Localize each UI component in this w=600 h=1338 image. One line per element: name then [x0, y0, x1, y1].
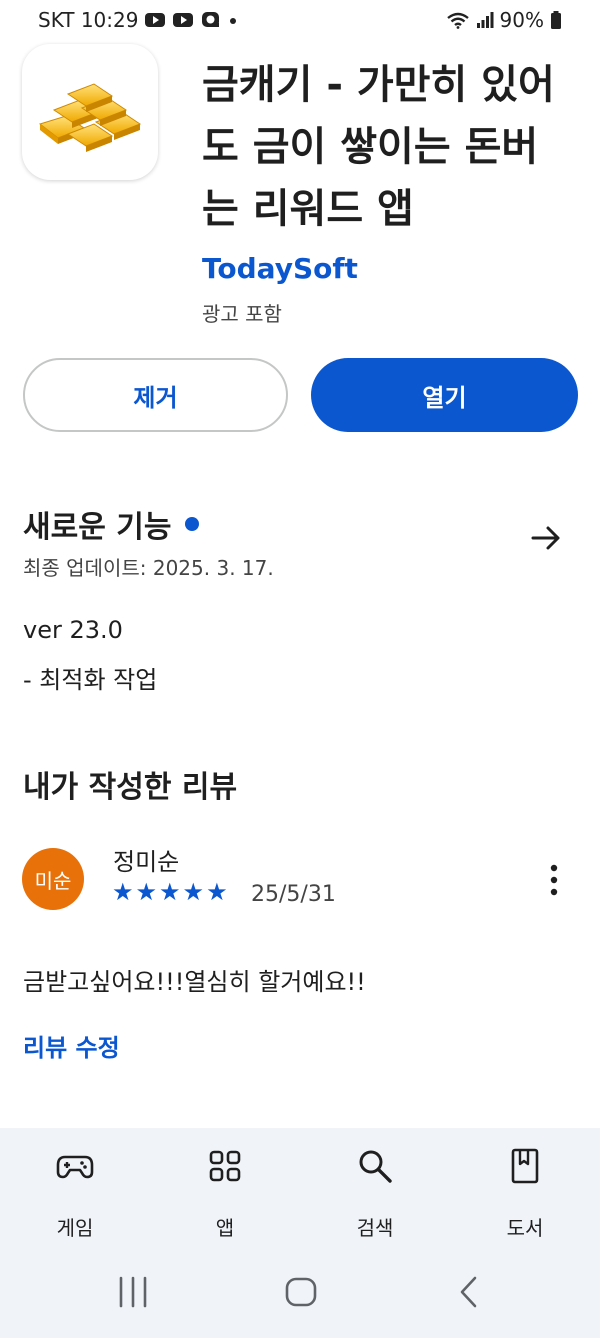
book-icon — [511, 1148, 539, 1184]
release-notes: - 최적화 작업 — [23, 666, 158, 694]
new-indicator-dot — [185, 517, 200, 531]
open-button[interactable]: 열기 — [311, 358, 578, 432]
star-rating: ★ ★ ★ ★ ★ — [112, 878, 228, 906]
star-icon: ★ — [159, 878, 181, 906]
battery-icon — [551, 11, 561, 29]
signal-icon — [476, 12, 494, 28]
arrow-right-icon[interactable] — [528, 520, 564, 556]
nav-apps[interactable]: 앱 — [175, 1146, 275, 1241]
star-icon: ★ — [112, 878, 134, 906]
reviewer-name: 정미순 — [113, 848, 180, 876]
my-review-title: 내가 작성한 리뷰 — [23, 770, 238, 805]
nav-games-label: 게임 — [56, 1216, 94, 1240]
star-icon: ★ — [135, 878, 158, 906]
nav-search[interactable]: 검색 — [325, 1146, 425, 1241]
app-icon — [22, 44, 158, 180]
nav-books-label: 도서 — [506, 1216, 544, 1240]
nav-apps-label: 앱 — [215, 1216, 235, 1240]
search-icon — [359, 1150, 392, 1183]
review-text: 금받고싶어요!!!열심히 할거예요!! — [23, 968, 366, 996]
chat-icon — [202, 12, 220, 27]
gamepad-icon — [56, 1155, 94, 1179]
review-date: 25/5/31 — [251, 882, 336, 907]
whats-new-header[interactable]: 새로운 기능 — [23, 502, 200, 546]
edit-review-link[interactable]: 리뷰 수정 — [23, 1028, 120, 1063]
star-icon: ★ — [182, 878, 205, 906]
remove-button[interactable]: 제거 — [23, 358, 288, 432]
nav-search-label: 검색 — [356, 1216, 394, 1240]
developer-link[interactable]: TodaySoft — [202, 252, 358, 285]
notification-dot-icon — [230, 18, 237, 24]
star-icon: ★ — [206, 878, 228, 906]
avatar: 미순 — [22, 848, 84, 910]
home-icon[interactable] — [283, 1272, 319, 1312]
version-text: ver 23.0 — [23, 616, 123, 644]
battery-percent: 90% — [499, 8, 544, 32]
back-icon[interactable] — [454, 1272, 484, 1312]
app-title: 금캐기 - 가만히 있어도 금이 쌓이는 돈버는 리워드 앱 — [202, 62, 555, 232]
wifi-icon — [446, 12, 469, 29]
whats-new-title: 새로운 기능 — [23, 510, 172, 545]
nav-games[interactable]: 게임 — [25, 1146, 125, 1241]
last-updated: 최종 업데이트: 2025. 3. 17. — [23, 556, 274, 580]
apps-grid-icon — [209, 1150, 241, 1182]
more-options-icon[interactable] — [542, 862, 566, 898]
status-right: 90% — [446, 8, 562, 32]
bottom-navigation: 게임 앱 검색 도서 — [0, 1128, 600, 1338]
youtube-icon — [173, 13, 194, 27]
carrier-time: SKT 10:29 — [38, 8, 139, 32]
recent-apps-icon[interactable] — [116, 1272, 150, 1312]
gold-bars-icon — [38, 83, 142, 152]
ads-notice: 광고 포함 — [202, 302, 282, 326]
status-bar: SKT 10:29 90% — [0, 0, 600, 42]
youtube-icon — [145, 13, 166, 27]
nav-books[interactable]: 도서 — [475, 1146, 575, 1241]
status-left: SKT 10:29 — [38, 8, 238, 32]
